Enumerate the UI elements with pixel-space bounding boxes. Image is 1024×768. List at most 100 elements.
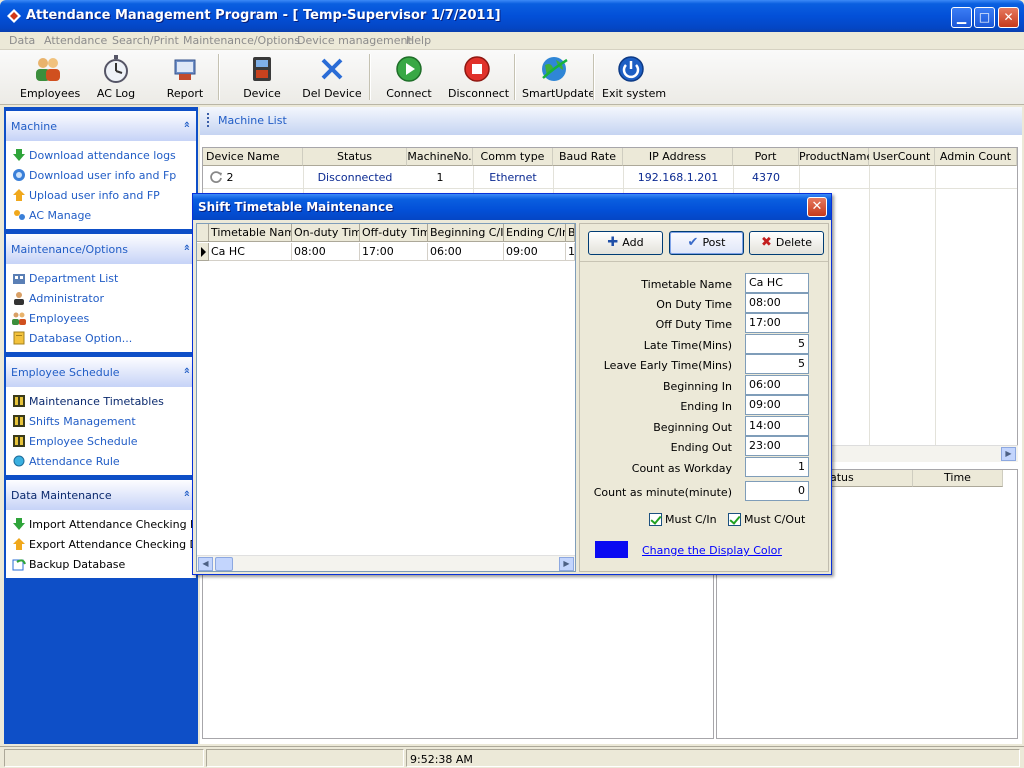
scroll-thumb[interactable]: [215, 557, 233, 571]
dialog-close-button[interactable]: ✕: [807, 197, 827, 217]
column-header[interactable]: On-duty Time: [292, 224, 360, 242]
sidebar-item-administrator[interactable]: Administrator: [12, 291, 104, 307]
disconnect-stop-icon: [464, 56, 490, 82]
section-title-machine: Machine: [11, 120, 58, 133]
ending-in-input[interactable]: 09:00: [745, 395, 809, 415]
beginning-out-input[interactable]: 14:00: [745, 416, 809, 436]
column-header[interactable]: Time: [913, 470, 1003, 487]
checkbox-checked-icon[interactable]: [728, 513, 741, 526]
post-label: Post: [702, 236, 726, 249]
report-button[interactable]: Report: [164, 54, 206, 102]
on-duty-time-input[interactable]: 08:00: [745, 293, 809, 313]
must-cout-checkbox[interactable]: Must C/Out: [728, 513, 805, 526]
collapse-chevron-icon[interactable]: »: [180, 367, 193, 374]
minimize-button[interactable]: ▁: [951, 7, 972, 28]
column-header[interactable]: Port: [733, 148, 799, 166]
column-header[interactable]: Be: [566, 224, 575, 242]
section-header-maintenance[interactable]: Maintenance/Options »: [6, 234, 196, 264]
checkbox-checked-icon[interactable]: [649, 513, 662, 526]
menu-attendance[interactable]: Attendance: [44, 34, 107, 47]
menu-maintenance-options[interactable]: Maintenance/Options: [183, 34, 300, 47]
column-header[interactable]: Beginning C/In: [428, 224, 504, 242]
del-device-button[interactable]: Del Device: [302, 54, 362, 102]
connect-button[interactable]: Connect: [386, 54, 432, 102]
column-header[interactable]: Off-duty Time: [360, 224, 428, 242]
sidebar-item-backup-database[interactable]: Backup Database: [12, 557, 125, 573]
connect-label: Connect: [386, 87, 432, 100]
shifts-icon: [13, 415, 25, 427]
timetable-grid[interactable]: Timetable Name On-duty Time Off-duty Tim…: [196, 223, 576, 572]
ac-log-button[interactable]: AC Log: [93, 54, 139, 102]
column-header[interactable]: Timetable Name: [209, 224, 292, 242]
disconnect-button[interactable]: Disconnect: [448, 54, 509, 102]
section-title-maintenance: Maintenance/Options: [11, 243, 128, 256]
collapse-chevron-icon[interactable]: »: [180, 121, 193, 128]
add-button[interactable]: ✚ Add: [588, 231, 663, 255]
scroll-right-arrow-icon[interactable]: ▶: [559, 557, 574, 571]
scroll-left-arrow-icon[interactable]: ◀: [198, 557, 213, 571]
table-cell[interactable]: 14: [566, 243, 575, 261]
table-row[interactable]: 2: [209, 168, 299, 188]
beginning-in-input[interactable]: 06:00: [745, 375, 809, 395]
column-header[interactable]: Status: [303, 148, 407, 166]
table-cell[interactable]: 06:00: [428, 243, 504, 261]
sidebar-item-employee-schedule[interactable]: Employee Schedule: [12, 434, 138, 450]
count-minute-input[interactable]: 0: [745, 481, 809, 501]
column-header[interactable]: UserCount: [869, 148, 935, 166]
table-cell[interactable]: 08:00: [292, 243, 360, 261]
late-time-input[interactable]: 5: [745, 334, 809, 354]
collapse-chevron-icon[interactable]: »: [180, 490, 193, 497]
column-header[interactable]: Comm type: [473, 148, 553, 166]
employees-button[interactable]: Employees: [20, 54, 80, 102]
off-duty-time-input[interactable]: 17:00: [745, 313, 809, 333]
sidebar-item-import-data[interactable]: Import Attendance Checking Data: [12, 517, 216, 533]
column-header[interactable]: Admin Count: [935, 148, 1017, 166]
column-header[interactable]: Device Name: [203, 148, 303, 166]
sidebar-item-export-data[interactable]: Export Attendance Checking Data: [12, 537, 216, 553]
post-button[interactable]: ✔ Post: [669, 231, 744, 255]
display-color-swatch[interactable]: [595, 541, 628, 558]
menu-device-management[interactable]: Device management: [297, 34, 412, 47]
sidebar-item-download-user-info[interactable]: Download user info and Fp: [12, 168, 176, 184]
column-header[interactable]: Ending C/In: [504, 224, 566, 242]
timetable-name-input[interactable]: Ca HC: [745, 273, 809, 293]
column-header[interactable]: IP Address: [623, 148, 733, 166]
menu-bar: Data Attendance Search/Print Maintenance…: [0, 32, 1024, 50]
change-display-color-link[interactable]: Change the Display Color: [642, 544, 782, 557]
section-header-employee-schedule[interactable]: Employee Schedule »: [6, 357, 196, 387]
sidebar-item-attendance-rule[interactable]: Attendance Rule: [12, 454, 120, 470]
table-cell[interactable]: 17:00: [360, 243, 428, 261]
column-header[interactable]: MachineNo.: [407, 148, 473, 166]
menu-data[interactable]: Data: [9, 34, 35, 47]
section-header-data-maintenance[interactable]: Data Maintenance »: [6, 480, 196, 510]
leave-early-time-input[interactable]: 5: [745, 354, 809, 374]
sidebar-item-download-attendance-logs[interactable]: Download attendance logs: [12, 148, 176, 164]
sidebar-item-department-list[interactable]: Department List: [12, 271, 118, 287]
smartupdate-button[interactable]: SmartUpdate: [522, 54, 595, 102]
menu-search-print[interactable]: Search/Print: [112, 34, 179, 47]
exit-system-button[interactable]: Exit system: [602, 54, 666, 102]
device-button[interactable]: Device: [240, 54, 284, 102]
sidebar-item-database-option[interactable]: Database Option...: [12, 331, 132, 347]
section-header-machine[interactable]: Machine »: [6, 111, 196, 141]
sidebar-item-shifts-management[interactable]: Shifts Management: [12, 414, 136, 430]
sidebar-item-employees[interactable]: Employees: [12, 311, 89, 327]
sidebar-item-maintenance-timetables[interactable]: Maintenance Timetables: [12, 394, 164, 410]
table-row[interactable]: Ca HC: [209, 243, 292, 261]
sidebar-item-upload-user-info[interactable]: Upload user info and FP: [12, 188, 160, 204]
column-header[interactable]: ProductName: [799, 148, 873, 166]
collapse-chevron-icon[interactable]: »: [180, 244, 193, 251]
close-button[interactable]: ✕: [998, 7, 1019, 28]
table-cell[interactable]: 09:00: [504, 243, 566, 261]
maximize-button[interactable]: □: [974, 7, 995, 28]
section-body-maintenance: Department List Administrator Employees …: [6, 264, 196, 352]
menu-help[interactable]: Help: [406, 34, 431, 47]
timetable-grid-hscroll[interactable]: ◀ ▶: [197, 555, 575, 571]
ending-out-input[interactable]: 23:00: [745, 436, 809, 456]
scroll-right-arrow-icon[interactable]: ▶: [1001, 447, 1016, 461]
sidebar-item-ac-manage[interactable]: AC Manage: [12, 208, 91, 224]
must-cin-checkbox[interactable]: Must C/In: [649, 513, 717, 526]
column-header[interactable]: Baud Rate: [553, 148, 623, 166]
delete-button[interactable]: ✖ Delete: [749, 231, 824, 255]
count-workday-input[interactable]: 1: [745, 457, 809, 477]
